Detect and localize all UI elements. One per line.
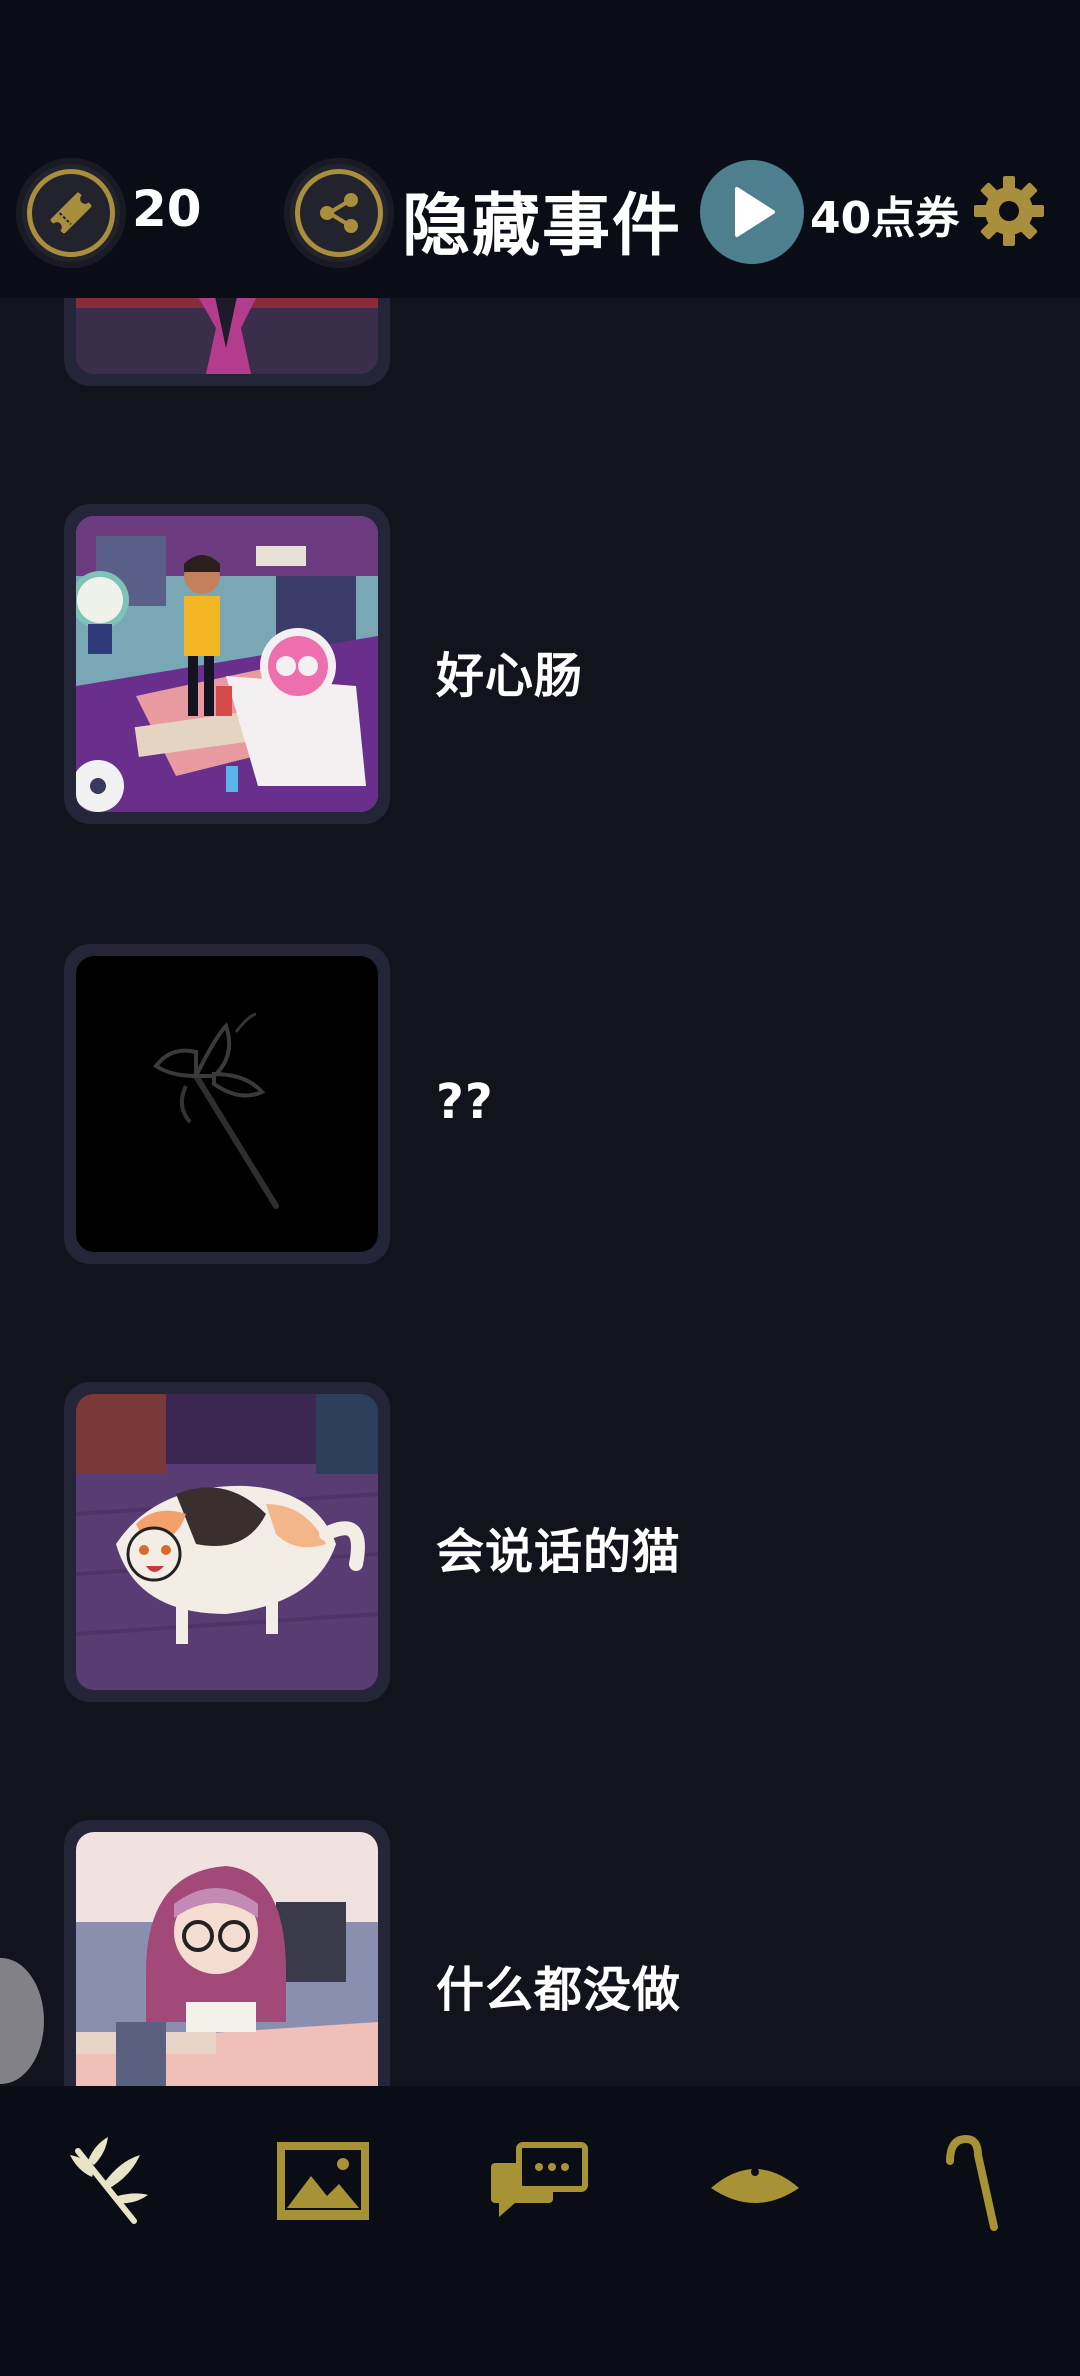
- event-label[interactable]: ??: [436, 1074, 494, 1130]
- nav-hat[interactable]: [700, 2126, 810, 2236]
- event-label[interactable]: 好心肠: [436, 636, 583, 706]
- settings-gear-icon[interactable]: [972, 174, 1046, 248]
- chat-bubbles-icon: [491, 2142, 588, 2217]
- flower-branch-icon: [70, 2137, 148, 2224]
- event-thumbnail[interactable]: [64, 1382, 390, 1702]
- cane-icon: [946, 2134, 998, 2231]
- nav-gallery[interactable]: [268, 2126, 378, 2236]
- ticket-count: 20: [132, 180, 202, 238]
- play-icon: [735, 187, 775, 237]
- event-thumbnail-locked[interactable]: [64, 944, 390, 1264]
- nav-flower-branch[interactable]: [54, 2126, 164, 2236]
- hat-icon: [711, 2151, 799, 2203]
- event-thumbnail[interactable]: [64, 1820, 390, 2086]
- points-reward-label: 40点券: [810, 193, 960, 244]
- share-button[interactable]: [284, 158, 394, 268]
- ticket-button[interactable]: [16, 158, 126, 268]
- nav-cane[interactable]: [916, 2126, 1026, 2236]
- nav-messages[interactable]: [484, 2126, 594, 2236]
- watch-ad-play-button[interactable]: [700, 160, 804, 264]
- hidden-events-screen: 好心肠 ?? 会说话的猫 什么都没做 20 隐藏事件 40点券: [0, 0, 1080, 2376]
- bottom-navigation: [0, 2086, 1080, 2376]
- event-list[interactable]: 好心肠 ?? 会说话的猫 什么都没做: [0, 0, 1080, 2086]
- gallery-image-icon: [277, 2142, 369, 2220]
- flower-silhouette-icon: [153, 1012, 279, 1209]
- page-title: 隐藏事件: [402, 187, 683, 266]
- event-thumbnail[interactable]: [64, 504, 390, 824]
- ticket-icon: [27, 169, 115, 257]
- event-label[interactable]: 什么都没做: [436, 1950, 681, 2020]
- share-icon: [295, 169, 383, 257]
- event-label[interactable]: 会说话的猫: [436, 1512, 681, 1582]
- top-bar: 20 隐藏事件 40点券: [0, 0, 1080, 298]
